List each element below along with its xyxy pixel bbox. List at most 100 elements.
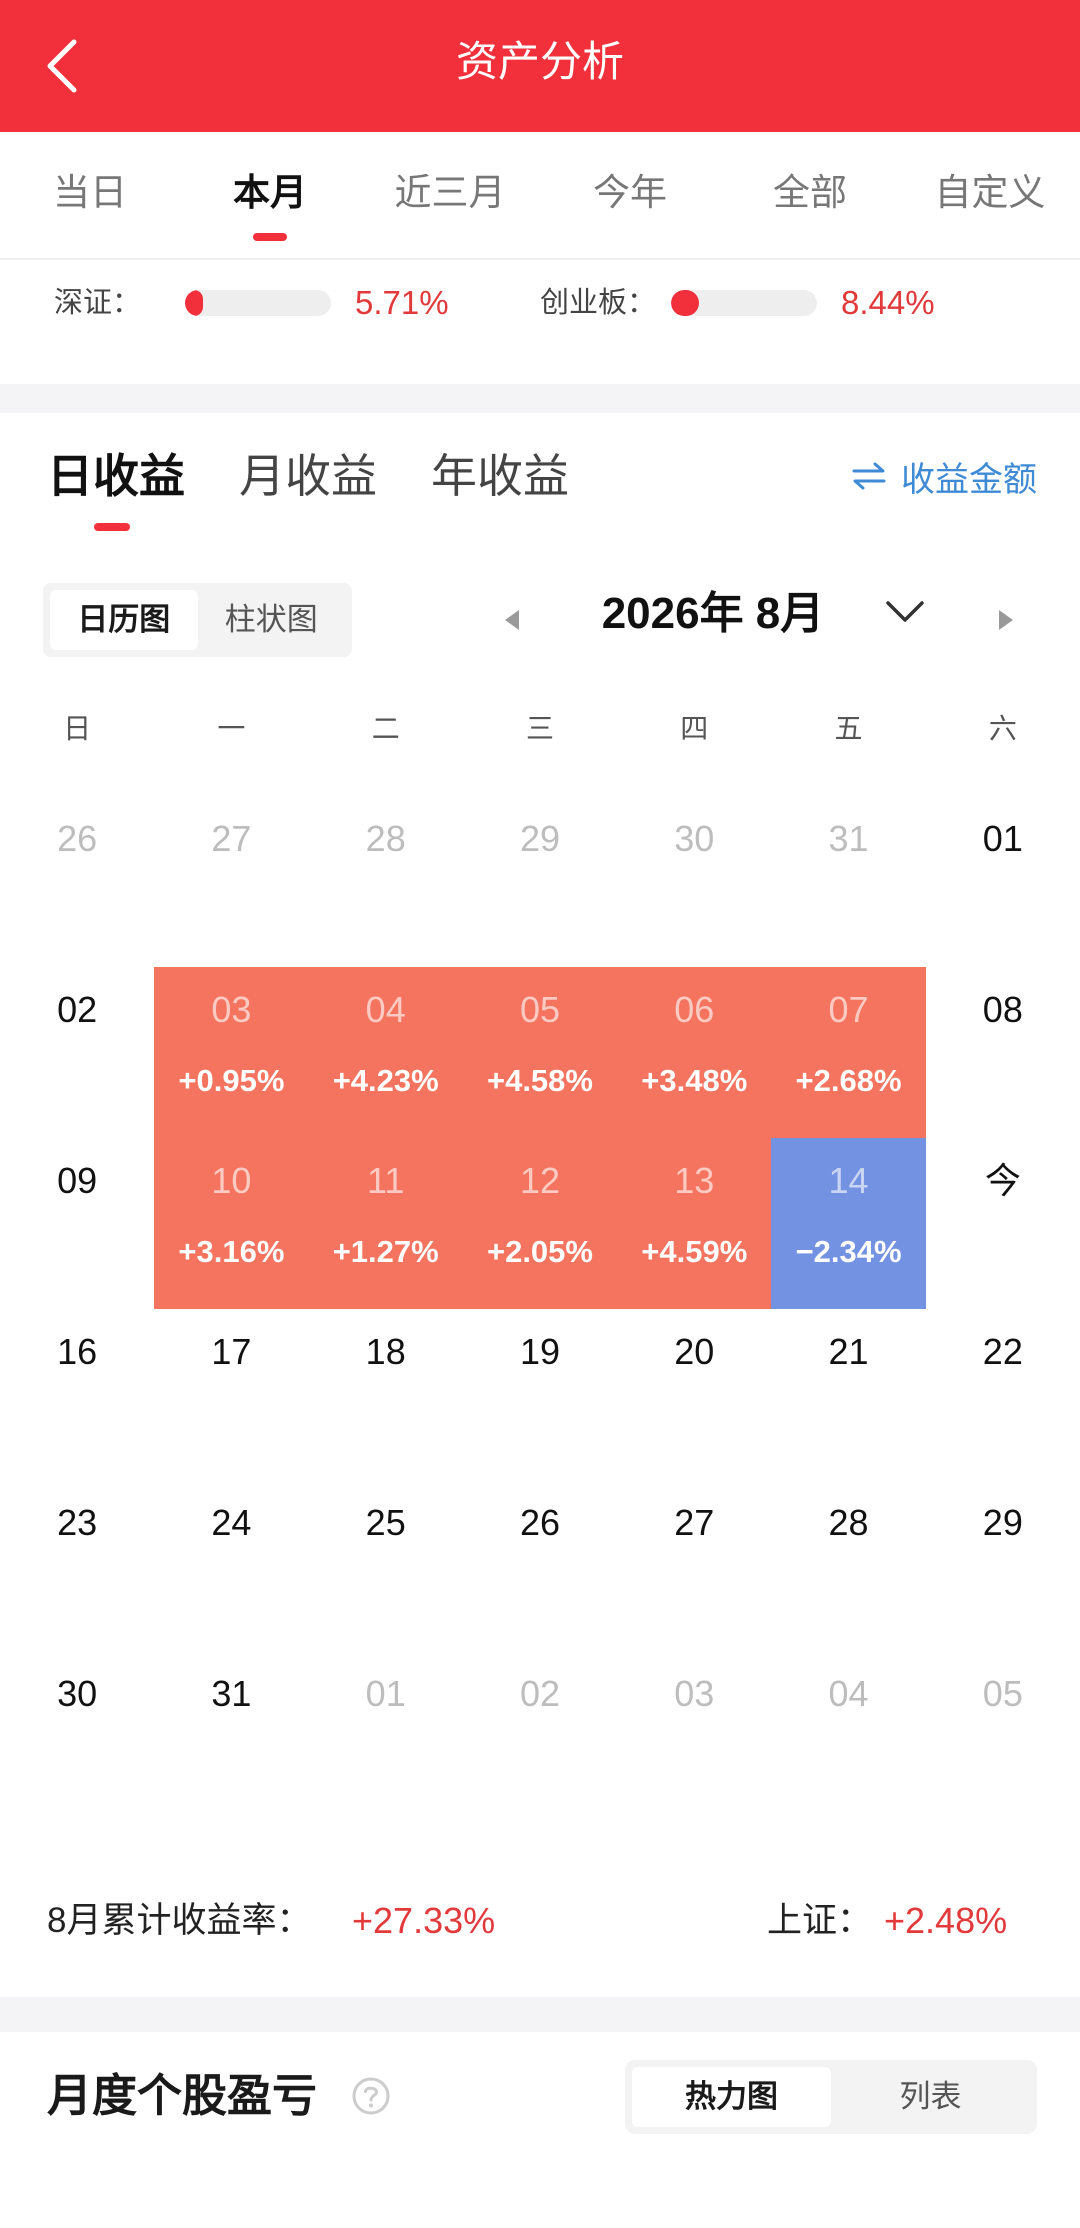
tab-three-months[interactable]: 近三月: [360, 132, 540, 258]
question-circle-icon[interactable]: [351, 2076, 391, 2116]
calendar-day[interactable]: 22: [926, 1309, 1080, 1480]
daily-return-label: +4.23%: [332, 1063, 439, 1098]
index-progress-bar: [671, 290, 817, 316]
calendar-day[interactable]: 29: [926, 1480, 1080, 1651]
view-toggle: 日历图 柱状图: [43, 583, 352, 657]
weekday-label: 六: [988, 713, 1017, 744]
calendar-week: 09 10 +3.16% 11 +1.27% 12 +2.05% 13 +4.59% 14 −2.3…: [0, 1138, 1080, 1309]
calendar-date-label: 31: [828, 818, 869, 859]
index-chinext: 创业板： 8.44%: [540, 280, 980, 326]
cumulative-return-label: 8月累计收益率：: [47, 1901, 312, 1940]
calendar-date-label: 14: [828, 1160, 869, 1201]
tab-this-year[interactable]: 今年: [540, 132, 720, 258]
tab-yearly-returns[interactable]: 年收益: [431, 440, 569, 512]
weekday-label: 一: [217, 713, 246, 744]
calendar-date-label: 22: [982, 1331, 1023, 1372]
tab-this-month[interactable]: 本月: [180, 132, 360, 258]
weekday-label: 二: [371, 713, 400, 744]
calendar-date-label: 13: [674, 1160, 715, 1201]
calendar-day[interactable]: 21: [771, 1309, 925, 1480]
calendar-day-today[interactable]: 今: [926, 1138, 1080, 1309]
tab-today[interactable]: 当日: [0, 132, 180, 258]
daily-return-label: +4.58%: [486, 1063, 593, 1098]
calendar-day[interactable]: 04 +4.23%: [308, 967, 463, 1138]
calendar-date-label: 07: [828, 989, 869, 1030]
calendar-day[interactable]: 17: [154, 1309, 308, 1480]
weekday-label: 五: [834, 713, 863, 744]
calendar-date-label: 29: [982, 1502, 1023, 1543]
benchmark-value: +2.48%: [884, 1900, 1008, 1941]
calendar-day[interactable]: 02: [0, 967, 154, 1138]
heatmap-view-option[interactable]: 热力图: [632, 2067, 831, 2127]
calendar-day[interactable]: 11 +1.27%: [308, 1138, 463, 1309]
bar-chart-view-option[interactable]: 柱状图: [198, 590, 346, 650]
benchmark-label: 上证：: [767, 1901, 873, 1940]
calendar-day[interactable]: 10 +3.16%: [154, 1138, 309, 1309]
tab-daily-returns[interactable]: 日收益: [47, 440, 185, 531]
calendar-day[interactable]: 07 +2.68%: [771, 967, 926, 1138]
calendar-day[interactable]: 24: [154, 1480, 308, 1651]
calendar-date-label: 02: [519, 1673, 560, 1714]
calendar-day[interactable]: 18: [309, 1309, 463, 1480]
weekday-label: 四: [680, 713, 709, 744]
amount-toggle-button[interactable]: 收益金额: [851, 455, 1037, 499]
weekday-label: 三: [525, 713, 554, 744]
calendar-date-label: 24: [211, 1502, 252, 1543]
calendar-day[interactable]: 12 +2.05%: [462, 1138, 618, 1309]
calendar-view-option[interactable]: 日历图: [50, 590, 198, 650]
month-selector-label[interactable]: 2026年 8月: [540, 588, 886, 640]
section-divider: [0, 1997, 1080, 2032]
calendar-day[interactable]: 20: [617, 1309, 771, 1480]
calendar-date-label: 18: [365, 1331, 406, 1372]
calendar-day[interactable]: 23: [0, 1480, 154, 1651]
amount-toggle-label: 收益金额: [901, 460, 1037, 499]
calendar-day[interactable]: 30: [0, 1651, 154, 1822]
calendar-week: 02 03 +0.95% 04 +4.23% 05 +4.58% 06 +3.48% 07 +2.6…: [0, 967, 1080, 1138]
calendar-date-label: 10: [211, 1160, 252, 1201]
calendar-day[interactable]: 27: [617, 1480, 771, 1651]
calendar-day[interactable]: 03 +0.95%: [154, 967, 309, 1138]
index-label: 创业板：: [540, 287, 657, 319]
calendar-day[interactable]: 14 −2.34%: [771, 1138, 926, 1309]
triangle-left-icon[interactable]: [503, 608, 521, 632]
calendar-day[interactable]: 08: [926, 967, 1080, 1138]
calendar-date-label: 27: [674, 1502, 715, 1543]
calendar-date-label: 05: [519, 989, 560, 1030]
calendar-day[interactable]: 13 +4.59%: [617, 1138, 772, 1309]
calendar-date-label: 21: [828, 1331, 869, 1372]
calendar-day[interactable]: 09: [0, 1138, 154, 1309]
calendar-day[interactable]: 25: [309, 1480, 463, 1651]
period-tabs: 当日 本月 近三月 今年 全部 自定义: [0, 132, 1080, 260]
calendar-day[interactable]: 05 +4.58%: [462, 967, 618, 1138]
calendar-day: 29: [463, 796, 617, 967]
calendar-day: 26: [0, 796, 154, 967]
calendar-day[interactable]: 26: [463, 1480, 617, 1651]
calendar-day[interactable]: 31: [154, 1651, 308, 1822]
calendar-date-label: 01: [365, 1673, 406, 1714]
calendar-date-label: 16: [57, 1331, 98, 1372]
calendar-day: 31: [771, 796, 925, 967]
app-header: 资产分析: [0, 0, 1080, 132]
calendar-day[interactable]: 19: [463, 1309, 617, 1480]
calendar-day[interactable]: 16: [0, 1309, 154, 1480]
calendar-day[interactable]: 01: [926, 796, 1080, 967]
tab-custom[interactable]: 自定义: [900, 132, 1080, 258]
calendar-day: 04: [771, 1651, 925, 1822]
chevron-down-icon[interactable]: [884, 598, 926, 626]
calendar-date-label: 20: [674, 1331, 715, 1372]
list-view-option[interactable]: 列表: [831, 2067, 1030, 2127]
calendar-date-label: 19: [519, 1331, 560, 1372]
calendar-date-label: 05: [982, 1673, 1023, 1714]
daily-return-label: −2.34%: [795, 1234, 902, 1269]
calendar-day[interactable]: 06 +3.48%: [617, 967, 772, 1138]
daily-return-label: +3.16%: [178, 1234, 285, 1269]
tab-monthly-returns[interactable]: 月收益: [239, 440, 377, 512]
daily-return-label: +2.05%: [486, 1234, 593, 1269]
triangle-right-icon[interactable]: [997, 608, 1015, 632]
calendar-date-label: 01: [982, 818, 1023, 859]
daily-return-label: +0.95%: [178, 1063, 285, 1098]
weekday-label: 日: [63, 713, 92, 744]
tab-all[interactable]: 全部: [720, 132, 900, 258]
calendar-day[interactable]: 28: [771, 1480, 925, 1651]
calendar-week: 16 17 18 19 20 21 22: [0, 1309, 1080, 1480]
